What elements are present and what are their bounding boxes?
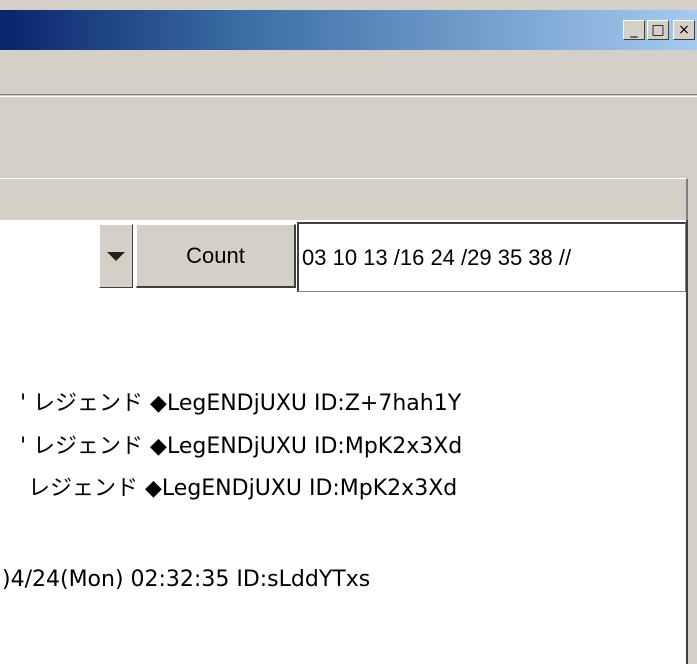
search-row: Count [0,222,686,292]
window-controls: _ □ × [623,20,695,40]
count-button[interactable]: Count [136,224,296,288]
title-bar[interactable]: _ □ × [0,10,697,50]
toolbar [0,96,697,173]
chevron-down-icon [107,251,125,261]
close-button[interactable]: × [673,20,695,40]
menu-bar [0,50,697,95]
list-item: )4/24(Mon) 02:32:35 ID:sLddYTxs [2,567,371,592]
maximize-icon: □ [651,22,665,38]
list-item: レジェンド ◆LegENDjUXU ID:MpK2x3Xd [28,476,458,501]
minimize-button[interactable]: _ [623,20,645,40]
dropdown-arrow-button[interactable] [99,224,133,288]
list-item: ' レジェンド ◆LegENDjUXU ID:Z+7hah1Y [20,391,462,416]
maximize-button[interactable]: □ [647,20,669,40]
minimize-icon: _ [630,22,638,38]
application-window: _ □ × Count ' レジェンド ◆LegENDjUXU ID:Z+7ha… [0,0,697,664]
panel-header [0,178,688,221]
count-input[interactable] [297,222,686,292]
list-item: ' レジェンド ◆LegENDjUXU ID:MpK2x3Xd [20,434,463,459]
close-icon: × [678,22,690,38]
